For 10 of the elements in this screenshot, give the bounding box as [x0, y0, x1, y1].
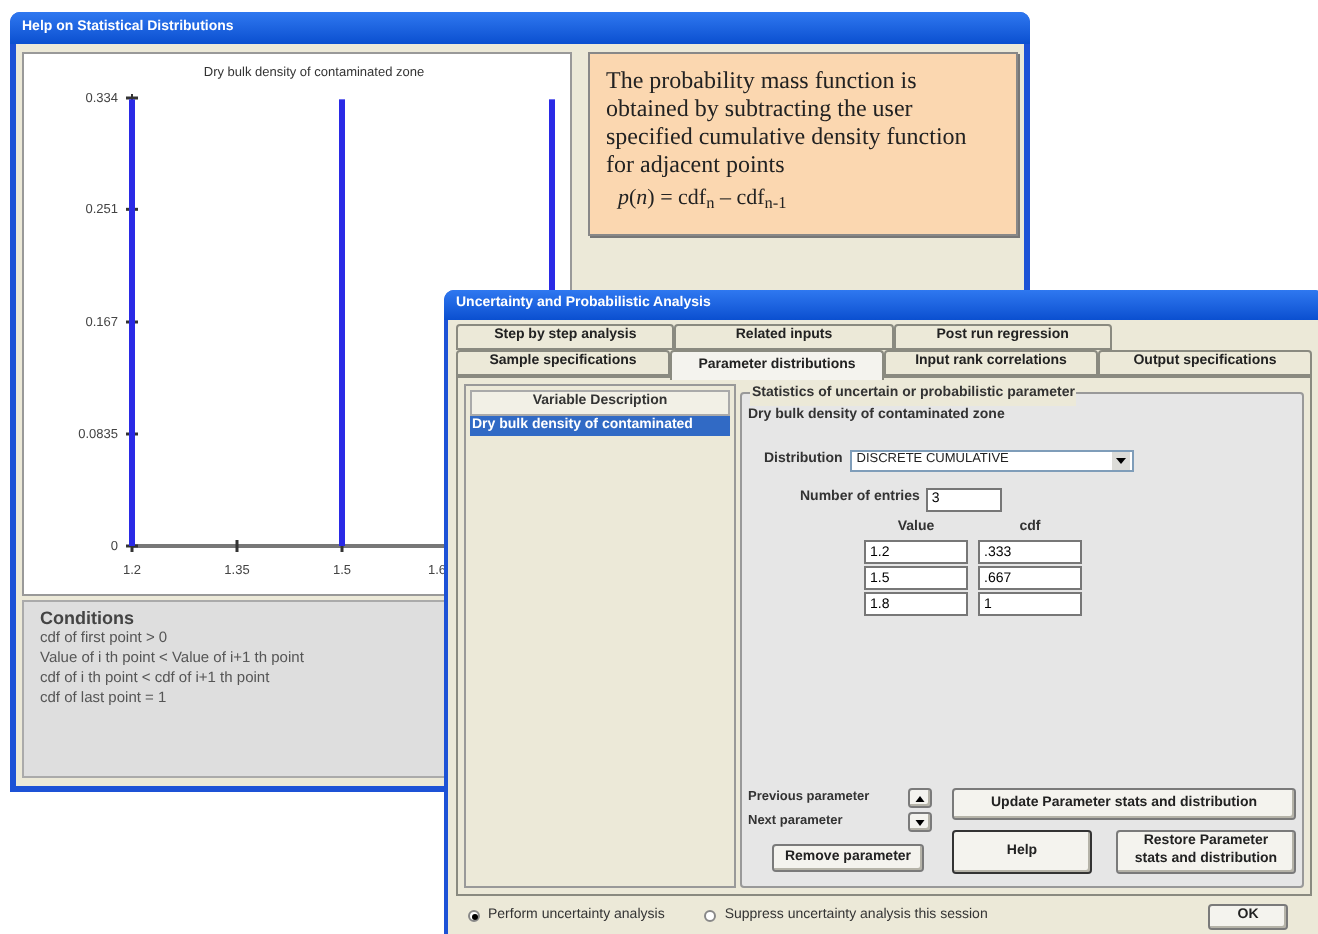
next-button[interactable] [908, 812, 932, 832]
info-text: The probability mass function is obtained by subtracting the user specified cumulative density function for adjacent points [606, 66, 969, 178]
down-arrow-icon [914, 817, 926, 827]
up-arrow-icon [914, 793, 926, 803]
radio-button[interactable] [468, 910, 480, 922]
conditions-heading: Conditions [40, 608, 136, 628]
dropdown-arrow-icon [1112, 451, 1131, 469]
radio-button[interactable] [704, 910, 717, 922]
previous-button[interactable] [908, 788, 932, 808]
formula: p(n) = cdf$_{n}$ – cdf$_{n-1}$ [618, 184, 789, 215]
